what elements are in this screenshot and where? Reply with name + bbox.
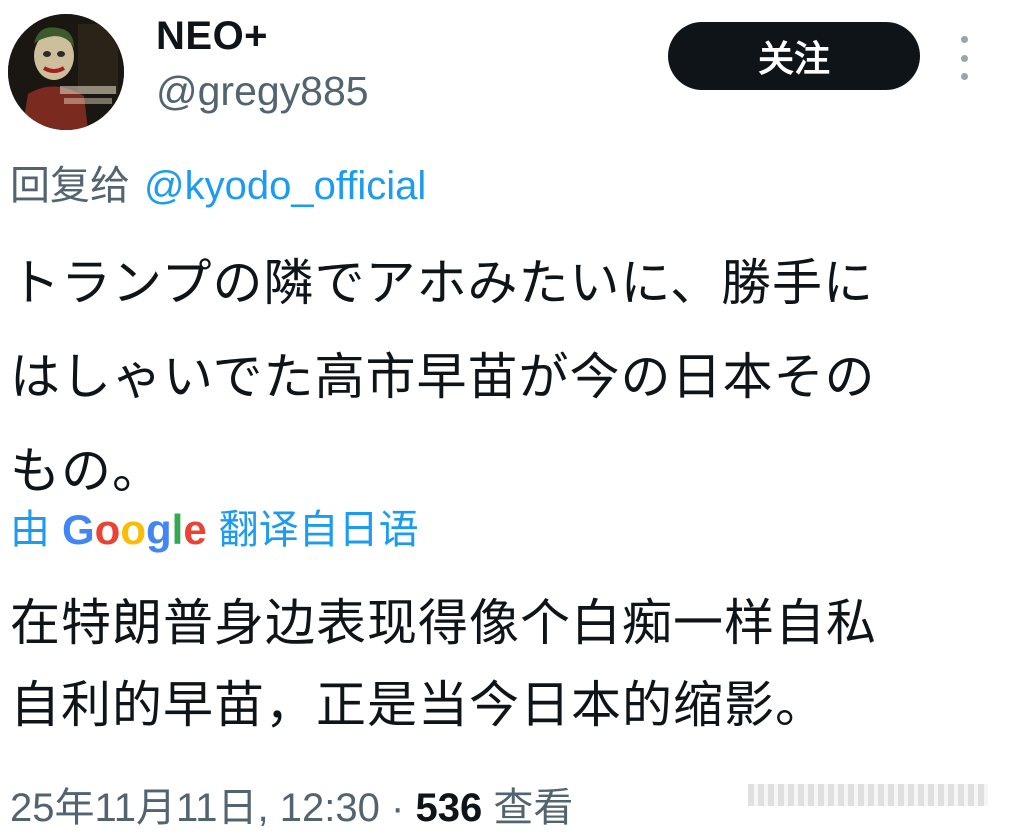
more-dot — [960, 73, 968, 80]
more-vertical-icon[interactable] — [952, 36, 976, 80]
more-dot — [960, 36, 968, 43]
tweet-text: トランプの隣でアホみたいに、勝手に はしゃいでた高市早苗が今の日本その もの。 — [10, 236, 1000, 518]
reply-to-line: 回复给 @kyodo_official — [10, 158, 426, 214]
translated-line: 在特朗普身边表现得像个白痴一样自私 — [10, 594, 877, 652]
meta-separator: · — [391, 786, 405, 830]
user-handle[interactable]: @gregy885 — [156, 66, 369, 116]
watermark-strip — [748, 784, 988, 806]
reply-mention-link[interactable]: @kyodo_official — [144, 164, 426, 208]
joker-portrait-avatar-icon — [8, 14, 124, 130]
avatar[interactable] — [8, 14, 124, 130]
follow-button[interactable]: 关注 — [668, 22, 920, 90]
reply-prefix: 回复给 — [10, 163, 130, 209]
display-name[interactable]: NEO+ — [156, 12, 268, 60]
translation-suffix: 翻译自日语 — [218, 507, 419, 553]
tweet-line: トランプの隣でアホみたいに、勝手に — [10, 254, 874, 312]
translated-text: 在特朗普身边表现得像个白痴一样自私 自利的早苗，正是当今日本的缩影。 — [10, 582, 1000, 746]
more-dot — [960, 54, 968, 62]
google-logo: Google — [62, 506, 207, 553]
translated-line: 自利的早苗，正是当今日本的缩影。 — [10, 676, 826, 734]
views-label: 查看 — [493, 786, 574, 830]
timestamp[interactable]: 25年11月11日, 12:30 — [10, 786, 380, 830]
translation-attribution[interactable]: 由 Google 翻译自日语 — [10, 500, 419, 560]
views-count: 536 — [415, 786, 483, 830]
tweet-line: はしゃいでた高市早苗が今の日本その — [10, 348, 876, 406]
translation-prefix: 由 — [10, 507, 50, 553]
